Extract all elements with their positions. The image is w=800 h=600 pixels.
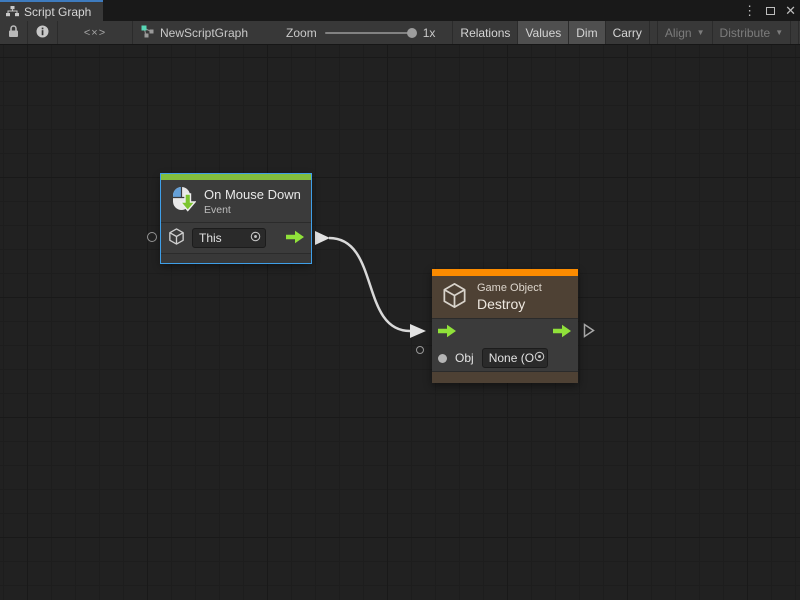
zoom-control: Zoom 1x (258, 21, 443, 44)
node-header: On Mouse Down Event (161, 180, 311, 223)
node-title: Destroy (477, 296, 542, 312)
node-destroy[interactable]: Game Object Destroy (432, 269, 578, 383)
node-title: On Mouse Down (204, 187, 301, 202)
chevron-down-icon: ▼ (697, 28, 705, 37)
wire-end-arrow-icon (410, 324, 426, 338)
close-icon[interactable]: ✕ (785, 4, 796, 17)
exit-output-arrow-icon[interactable] (553, 324, 572, 341)
obj-input-dot-icon[interactable] (438, 354, 447, 363)
node-header: Game Object Destroy (432, 276, 578, 319)
lock-button[interactable] (0, 21, 28, 44)
graph-hierarchy-icon (6, 6, 19, 17)
toolbar-left-group: <×> (0, 21, 133, 44)
align-dropdown[interactable]: Align ▼ (657, 21, 713, 44)
mouse-down-icon (169, 185, 196, 217)
code-preview-button[interactable]: <×> (58, 21, 133, 44)
script-graph-asset-icon (141, 25, 154, 41)
game-object-cube-icon (167, 227, 186, 249)
gameobject-accent-strip (432, 269, 578, 276)
tab-bar: Script Graph ⋮ ✕ (0, 0, 800, 21)
obj-value-field[interactable]: None (O (482, 348, 548, 368)
more-menu-icon[interactable]: ⋮ (743, 4, 756, 17)
object-picker-icon[interactable] (250, 231, 261, 245)
node-footer (161, 253, 311, 263)
inspect-button[interactable] (28, 21, 58, 44)
dim-button[interactable]: Dim (569, 21, 605, 44)
distribute-dropdown[interactable]: Distribute ▼ (713, 21, 792, 44)
graph-name-label: NewScriptGraph (160, 26, 248, 40)
chevron-down-icon: ▼ (775, 28, 783, 37)
obj-input-label: Obj (455, 351, 474, 365)
node-footer (432, 371, 578, 383)
carry-button[interactable]: Carry (606, 21, 650, 44)
toolbar-right-group: Relations Values Dim Carry Align ▼ Distr… (445, 21, 800, 44)
node-category: Game Object (477, 282, 542, 294)
zoom-slider-knob[interactable] (407, 28, 417, 38)
lock-icon (8, 25, 19, 41)
info-icon (36, 25, 49, 41)
enter-input-arrow-icon[interactable] (438, 324, 457, 341)
tab-title: Script Graph (24, 5, 91, 19)
node-body: Obj None (O (432, 319, 578, 371)
code-icon: <×> (84, 27, 106, 39)
zoom-slider[interactable] (325, 32, 415, 34)
object-picker-icon[interactable] (534, 351, 545, 365)
window-controls: ⋮ ✕ (743, 0, 796, 21)
on-mouse-down-target-input-port[interactable] (147, 232, 157, 242)
node-on-mouse-down[interactable]: On Mouse Down Event This (161, 174, 311, 263)
target-value-field[interactable]: This (192, 228, 266, 248)
connection-wire (0, 45, 800, 600)
zoom-value: 1x (423, 26, 436, 40)
graph-canvas[interactable]: On Mouse Down Event This (0, 45, 800, 600)
maximize-icon[interactable] (766, 7, 775, 15)
tab-script-graph[interactable]: Script Graph (0, 0, 103, 21)
zoom-label: Zoom (286, 26, 317, 40)
graph-toolbar: <×> NewScriptGraph Zoom 1x Relations (0, 21, 800, 45)
trigger-output-arrow-icon[interactable] (286, 230, 305, 247)
values-button[interactable]: Values (518, 21, 569, 44)
game-object-cube-icon (440, 281, 469, 313)
destroy-exit-port[interactable] (583, 323, 595, 338)
node-subtitle: Event (204, 204, 301, 216)
script-graph-window: Script Graph ⋮ ✕ (0, 0, 800, 600)
graph-breadcrumb[interactable]: NewScriptGraph (133, 21, 258, 44)
wire-start-arrow-icon (315, 231, 330, 245)
relations-button[interactable]: Relations (452, 21, 518, 44)
destroy-obj-input-port[interactable] (416, 346, 424, 354)
node-body: This (161, 223, 311, 253)
